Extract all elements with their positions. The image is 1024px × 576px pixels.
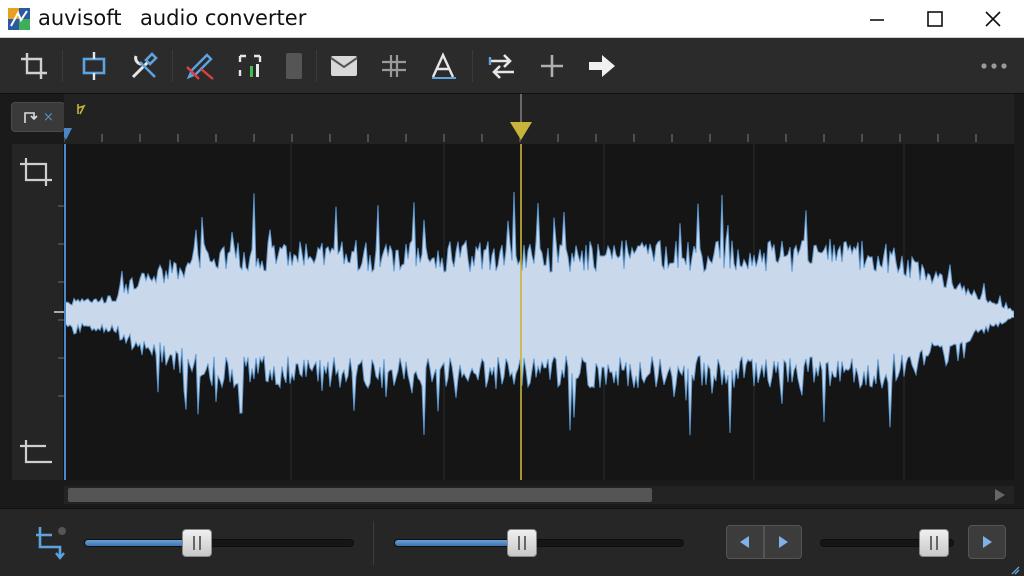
minimize-icon	[870, 19, 884, 21]
frame-tool-button[interactable]	[76, 48, 112, 84]
mail-tool-button[interactable]	[326, 48, 362, 84]
maximize-icon	[927, 11, 943, 27]
resize-grip-icon[interactable]	[1010, 565, 1020, 575]
position-slider[interactable]	[394, 539, 684, 547]
next-icon	[779, 536, 788, 548]
loop-tab-close[interactable]: ×	[43, 110, 54, 125]
waveform	[64, 144, 1014, 480]
app-title: audio converter	[140, 6, 307, 30]
text-icon	[431, 52, 456, 79]
split-tool-button[interactable]	[376, 48, 412, 84]
scrollbar-thumb[interactable]	[68, 488, 652, 502]
speed-slider-fill	[821, 540, 935, 546]
tools-settings-button[interactable]	[126, 48, 162, 84]
select-tool-button[interactable]	[232, 48, 268, 84]
position-slider-thumb[interactable]	[507, 529, 537, 557]
plus-icon	[541, 55, 563, 77]
toolbar-separator	[172, 50, 173, 82]
close-button[interactable]	[964, 0, 1022, 38]
waveform-editor: ×	[0, 94, 1024, 508]
split-icon	[382, 55, 406, 77]
horizontal-scrollbar[interactable]	[64, 486, 1014, 504]
toolbar-separator	[316, 50, 317, 82]
marker-flag-icon	[77, 104, 86, 115]
speed-slider-thumb[interactable]	[919, 529, 949, 557]
more-dots-icon	[981, 63, 1007, 69]
title-bar: auvisoft audio converter	[0, 0, 1024, 38]
playback-controls	[0, 508, 1024, 576]
crop-bottom-icon	[20, 440, 52, 464]
swap-arrows-icon	[488, 54, 514, 79]
time-ruler[interactable]	[60, 94, 1014, 144]
wrench-screwdriver-icon	[131, 52, 158, 79]
start-marker-icon	[60, 128, 72, 140]
more-tool-button[interactable]	[976, 48, 1012, 84]
maximize-button[interactable]	[906, 0, 964, 38]
play-icon	[983, 536, 992, 548]
pencil-icon	[186, 53, 214, 80]
selection-icon	[238, 54, 262, 77]
toolbar	[0, 38, 1024, 94]
next-button[interactable]	[764, 525, 802, 559]
panel-icon	[286, 53, 302, 79]
volume-slider[interactable]	[84, 539, 354, 547]
swap-tool-button[interactable]	[484, 48, 520, 84]
waveform-shape	[64, 191, 1014, 436]
forward-tool-button[interactable]	[584, 48, 620, 84]
position-slider-fill	[395, 540, 523, 546]
play-button[interactable]	[968, 525, 1006, 559]
add-tool-button[interactable]	[534, 48, 570, 84]
volume-slider-thumb[interactable]	[182, 529, 212, 557]
envelope-icon	[330, 56, 358, 76]
previous-button[interactable]	[726, 525, 764, 559]
loop-tab[interactable]: ×	[11, 102, 65, 132]
toolbar-separator	[62, 50, 63, 82]
controls-separator	[373, 521, 374, 565]
minimize-button[interactable]	[848, 0, 906, 38]
scroll-right-icon[interactable]	[994, 489, 1006, 501]
toolbar-separator	[472, 50, 473, 82]
playhead-marker	[510, 122, 532, 140]
crop-icon	[21, 53, 47, 79]
brand-name: auvisoft	[38, 6, 122, 30]
vertical-ruler	[12, 144, 64, 480]
trim-icon[interactable]	[30, 523, 70, 563]
text-tool-button[interactable]	[426, 48, 462, 84]
app-logo-icon	[8, 8, 30, 30]
crop-tool-button[interactable]	[16, 48, 52, 84]
arrow-right-icon	[589, 55, 615, 77]
vertical-ruler-graphic	[20, 158, 64, 464]
close-icon	[985, 11, 1001, 27]
ruler-ticks	[60, 94, 977, 142]
crop-top-icon	[20, 158, 52, 186]
edit-tool-button[interactable]	[182, 48, 218, 84]
panel-tool-button[interactable]	[274, 48, 310, 84]
waveform-view[interactable]	[64, 144, 1014, 480]
loop-icon	[24, 112, 38, 123]
frame-icon	[82, 52, 106, 80]
previous-icon	[740, 536, 749, 548]
